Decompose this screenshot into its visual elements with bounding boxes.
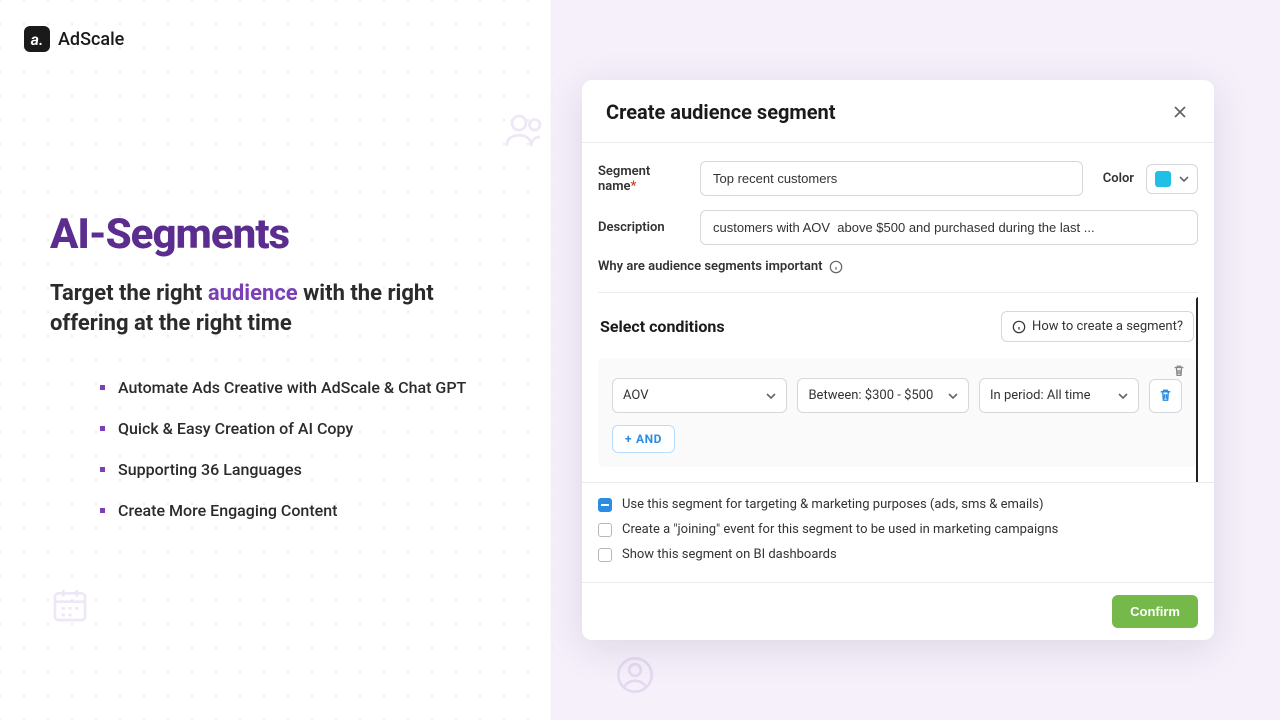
add-and-condition-button[interactable]: + AND — [612, 425, 675, 453]
user-decoration-icon — [615, 655, 655, 695]
hero-bullet: Quick & Easy Creation of AI Copy — [100, 419, 500, 438]
brand-logo: a. AdScale — [24, 26, 124, 52]
joining-event-checkbox[interactable] — [598, 523, 612, 537]
chevron-down-icon — [1118, 393, 1128, 399]
condition-period-select[interactable]: In period: All time — [979, 378, 1139, 413]
calendar-decoration-icon — [50, 585, 90, 625]
hero-bullet-list: Automate Ads Creative with AdScale & Cha… — [50, 378, 500, 520]
delete-condition-button[interactable] — [1149, 379, 1182, 413]
confirm-button[interactable]: Confirm — [1112, 595, 1198, 628]
chevron-down-icon — [948, 393, 958, 399]
segment-name-label: Segment name* — [598, 164, 688, 194]
delete-group-button[interactable] — [1172, 364, 1186, 378]
color-picker[interactable] — [1146, 164, 1198, 194]
segments-info-link[interactable]: Why are audience segments important — [598, 259, 1198, 274]
bi-dashboard-checkbox-label: Show this segment on BI dashboards — [622, 547, 837, 562]
create-segment-dialog: Create audience segment Segment name* Co… — [582, 80, 1214, 640]
conditions-title: Select conditions — [600, 317, 725, 336]
howto-button[interactable]: How to create a segment? — [1001, 311, 1194, 342]
segment-name-input[interactable] — [700, 161, 1083, 196]
info-icon — [1012, 320, 1026, 334]
condition-operator-select[interactable]: Between: $300 - $500 — [797, 378, 969, 413]
condition-field-select[interactable]: AOV — [612, 378, 787, 413]
or-separator: OR — [598, 481, 1196, 482]
chevron-down-icon — [1179, 176, 1189, 182]
info-icon — [829, 260, 843, 274]
joining-event-checkbox-label: Create a "joining" event for this segmen… — [622, 522, 1058, 537]
segment-options: Use this segment for targeting & marketi… — [582, 482, 1214, 582]
hero-section: AI-Segments Target the right audience wi… — [50, 210, 500, 542]
dialog-title: Create audience segment — [606, 100, 836, 124]
hero-bullet: Create More Engaging Content — [100, 501, 500, 520]
description-label: Description — [598, 220, 688, 235]
hero-subtitle: Target the right audience with the right… — [50, 279, 500, 338]
plus-icon: + — [625, 432, 632, 446]
color-label: Color — [1103, 171, 1134, 186]
logo-text: AdScale — [58, 29, 124, 50]
chevron-down-icon — [766, 393, 776, 399]
hero-bullet: Automate Ads Creative with AdScale & Cha… — [100, 378, 500, 397]
close-button[interactable] — [1170, 102, 1190, 122]
color-swatch — [1155, 171, 1171, 187]
bi-dashboard-checkbox[interactable] — [598, 548, 612, 562]
hero-bullet: Supporting 36 Languages — [100, 460, 500, 479]
targeting-checkbox[interactable] — [598, 498, 612, 512]
logo-mark: a. — [24, 26, 50, 52]
condition-group: AOV Between: $300 - $500 In period: All … — [598, 358, 1196, 467]
scrollbar[interactable] — [1196, 297, 1198, 482]
targeting-checkbox-label: Use this segment for targeting & marketi… — [622, 497, 1044, 512]
users-decoration-icon — [505, 112, 547, 148]
description-input[interactable] — [700, 210, 1198, 245]
hero-title: AI-Segments — [50, 210, 500, 259]
